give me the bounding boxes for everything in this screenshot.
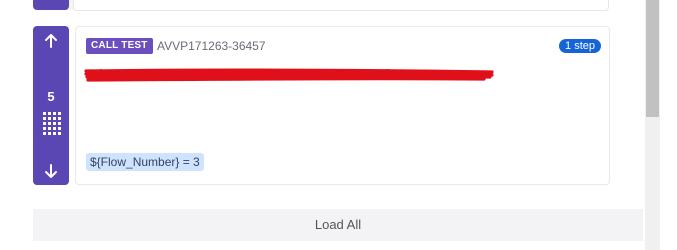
move-down-button[interactable] — [33, 163, 69, 179]
parameter-chip[interactable]: ${Flow_Number} = 3 — [86, 153, 204, 171]
load-all-button[interactable]: Load All — [33, 209, 643, 241]
test-steps-panel: 5 CALL TEST AVVP171263-36457 1 step Sele… — [0, 0, 677, 250]
drag-handle[interactable] — [41, 111, 61, 137]
previous-step-card — [33, 0, 609, 11]
step-card[interactable]: CALL TEST AVVP171263-36457 1 step Select… — [75, 26, 610, 185]
step-number: 5 — [47, 89, 55, 104]
step-rail: 5 — [33, 26, 69, 185]
move-up-button[interactable] — [33, 33, 69, 49]
test-id-link[interactable]: AVVP171263-36457 — [157, 38, 266, 54]
previous-step-rail — [33, 0, 69, 10]
previous-step-body — [73, 0, 609, 11]
call-test-tag: CALL TEST — [86, 38, 153, 54]
drag-handle-icon — [43, 112, 61, 135]
step-description: Select view by {View_Name, View_Enum_Ind… — [86, 68, 390, 80]
step-count-badge: 1 step — [559, 39, 601, 53]
scrollbar-thumb[interactable] — [646, 0, 659, 117]
arrow-down-icon — [45, 164, 57, 178]
arrow-up-icon — [45, 34, 57, 48]
